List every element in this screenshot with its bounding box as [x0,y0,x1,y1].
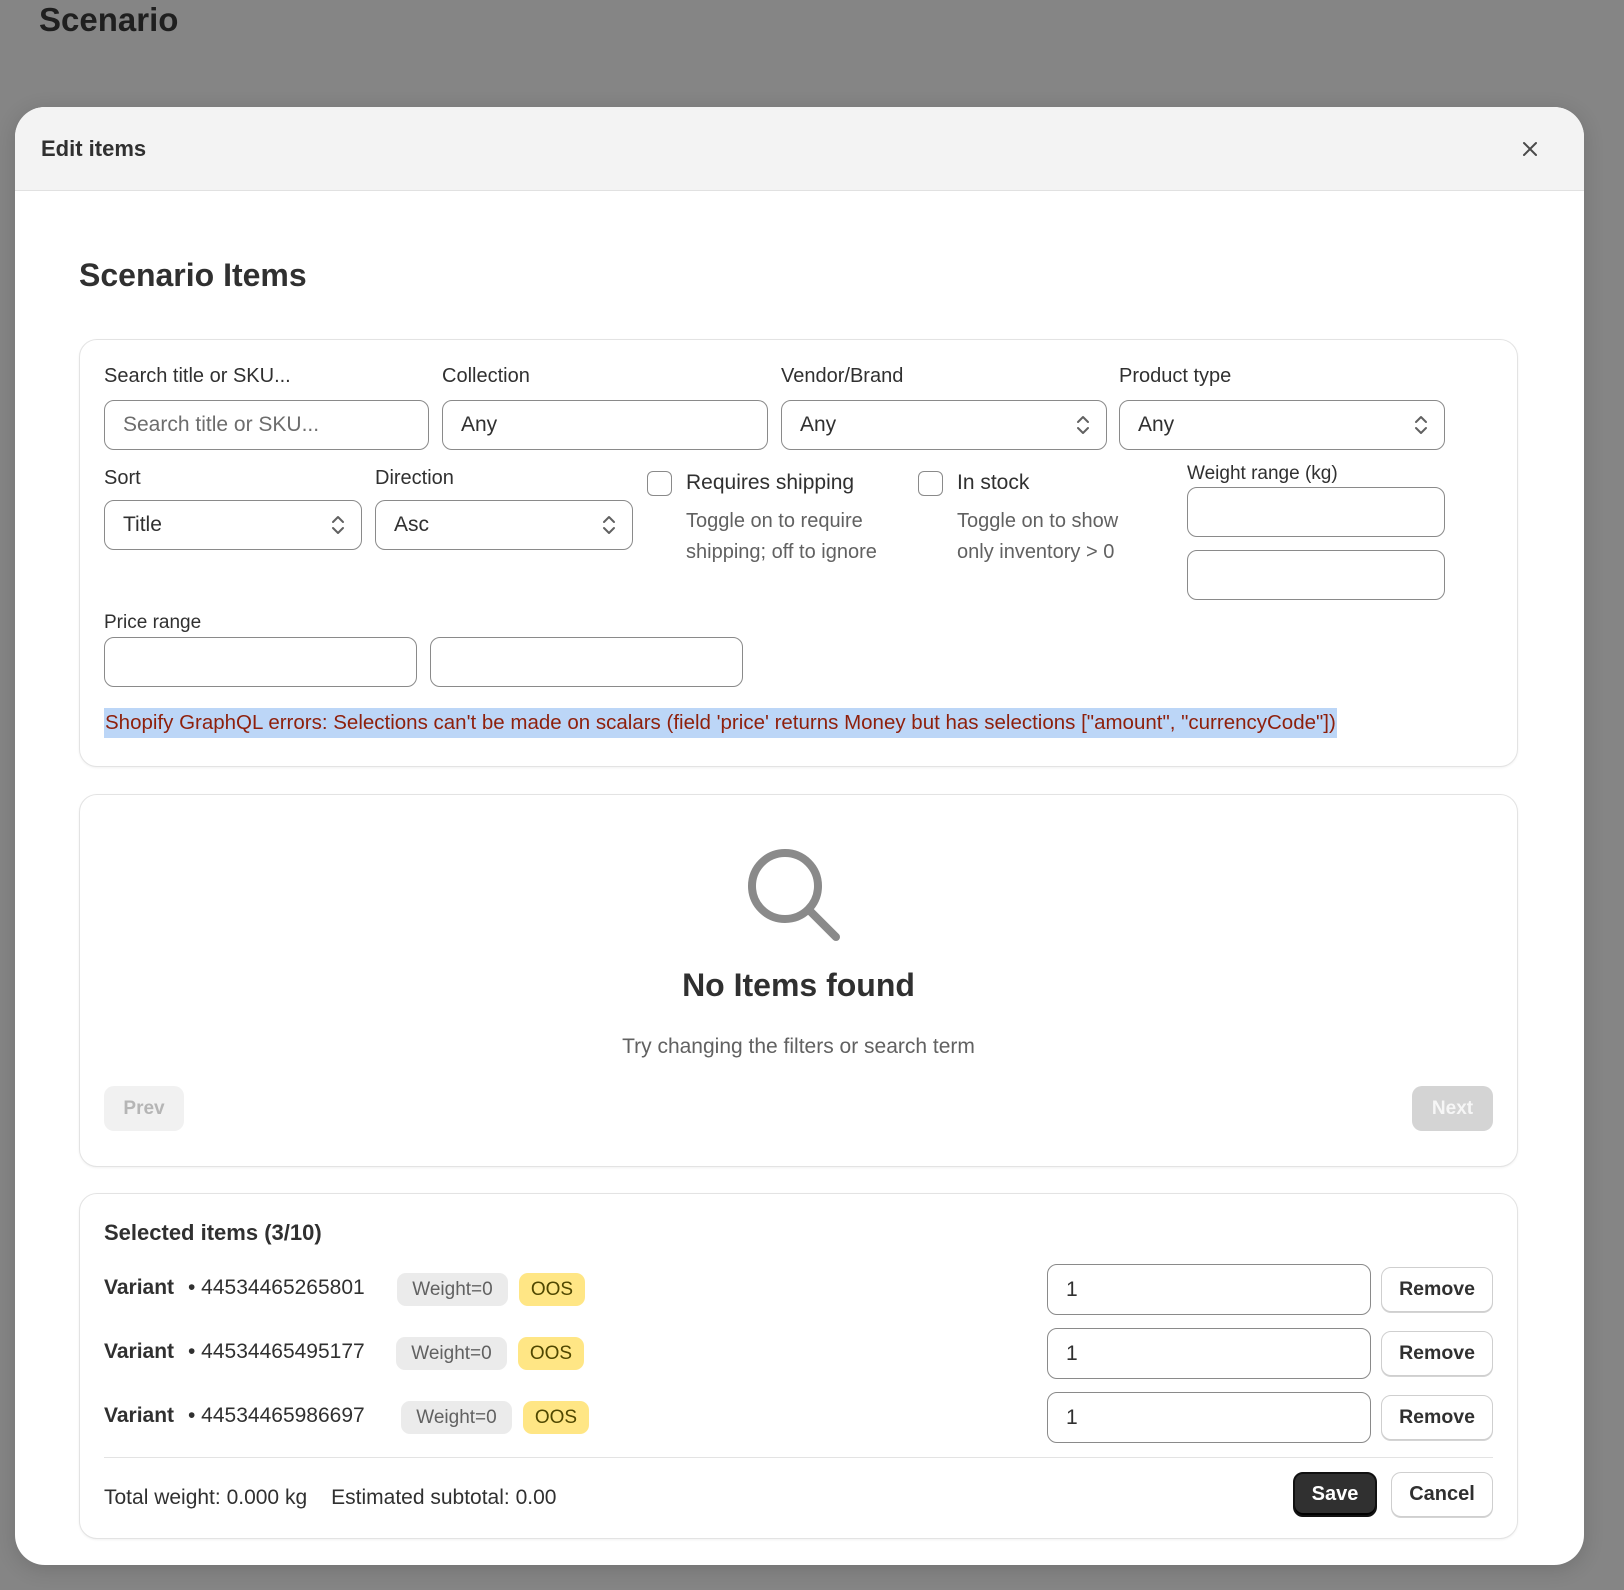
oos-badge: OOS [518,1337,584,1370]
direction-value: Asc [394,513,430,536]
remove-button[interactable]: Remove [1381,1395,1493,1440]
graphql-error-message: Shopify GraphQL errors: Selections can't… [104,708,1337,738]
totals: Total weight: 0.000 kg Estimated subtotal… [104,1486,556,1510]
in-stock-label: In stock [957,471,1030,494]
cancel-button[interactable]: Cancel [1391,1472,1493,1517]
remove-button[interactable]: Remove [1381,1331,1493,1376]
vendor-label: Vendor/Brand [781,365,904,387]
price-min-input[interactable] [104,637,417,687]
empty-state-subtitle: Try changing the filters or search term [622,1035,975,1058]
section-title: Scenario Items [79,257,307,293]
selected-item-row: Variant • 44534465495177 Weight=0 OOS 1 … [104,1328,1493,1380]
selected-items-card: Selected items (3/10) Variant • 44534465… [79,1193,1518,1539]
prev-button[interactable]: Prev [104,1086,184,1131]
collection-field[interactable]: Any [442,400,768,450]
product-type-label: Product type [1119,365,1232,387]
select-arrows-icon [332,516,344,534]
oos-badge: OOS [519,1273,585,1306]
select-arrows-icon [1415,416,1427,434]
search-input[interactable] [104,400,429,450]
page-title: Scenario [39,1,179,38]
next-button[interactable]: Next [1412,1086,1493,1131]
quantity-input[interactable]: 1 [1047,1328,1371,1379]
item-id: • 44534465495177 [188,1340,365,1363]
search-icon [748,849,840,941]
vendor-value: Any [800,413,837,436]
in-stock-help: Toggle on to show only inventory > 0 [957,510,1119,563]
close-icon[interactable] [1516,135,1544,163]
quantity-input[interactable]: 1 [1047,1392,1371,1443]
weight-range-label: Weight range (kg) [1187,463,1338,484]
sort-label: Sort [104,467,141,489]
item-name: Variant [104,1340,175,1363]
requires-shipping-help: Toggle on to require shipping; off to ig… [686,510,877,563]
item-id: • 44534465265801 [188,1276,365,1299]
select-arrows-icon [1077,416,1089,434]
divider [104,1457,1493,1458]
oos-badge: OOS [523,1401,589,1434]
weight-badge: Weight=0 [396,1337,507,1370]
direction-label: Direction [375,467,454,489]
weight-badge: Weight=0 [401,1401,512,1434]
direction-select[interactable]: Asc [375,500,633,550]
select-arrows-icon [603,516,615,534]
search-label: Search title or SKU... [104,365,291,387]
modal-title: Edit items [41,135,147,161]
item-id: • 44534465986697 [188,1404,365,1427]
product-type-value: Any [1138,413,1175,436]
selected-item-row: Variant • 44534465986697 Weight=0 OOS 1 … [104,1392,1493,1444]
product-type-select[interactable]: Any [1119,400,1445,450]
search-input-text[interactable] [123,413,410,437]
collection-label: Collection [442,365,530,387]
item-name: Variant [104,1276,175,1299]
edit-items-modal: Edit items Scenario Items Search title o… [15,107,1584,1565]
selected-items-title: Selected items (3/10) [104,1220,322,1245]
item-name: Variant [104,1404,175,1427]
in-stock-checkbox[interactable] [918,471,943,496]
modal-header: Edit items [15,107,1584,191]
save-button[interactable]: Save [1293,1472,1377,1517]
requires-shipping-checkbox[interactable] [647,471,672,496]
selected-item-row: Variant • 44534465265801 Weight=0 OOS 1 … [104,1264,1493,1316]
collection-value: Any [461,413,498,436]
estimated-subtotal: Estimated subtotal: 0.00 [331,1486,557,1509]
remove-button[interactable]: Remove [1381,1267,1493,1312]
price-range-label: Price range [104,612,202,633]
sort-select[interactable]: Title [104,500,362,550]
results-card: No Items found Try changing the filters … [79,794,1518,1167]
sort-value: Title [123,513,162,536]
weight-badge: Weight=0 [397,1273,508,1306]
total-weight: Total weight: 0.000 kg [104,1486,308,1509]
quantity-input[interactable]: 1 [1047,1264,1371,1315]
price-max-input[interactable] [430,637,743,687]
empty-state-title: No Items found [682,967,915,1003]
filters-card: Search title or SKU... Collection Any Ve… [79,339,1518,767]
weight-min-input[interactable] [1187,487,1445,537]
weight-max-input[interactable] [1187,550,1445,600]
vendor-select[interactable]: Any [781,400,1107,450]
requires-shipping-label: Requires shipping [686,471,855,494]
